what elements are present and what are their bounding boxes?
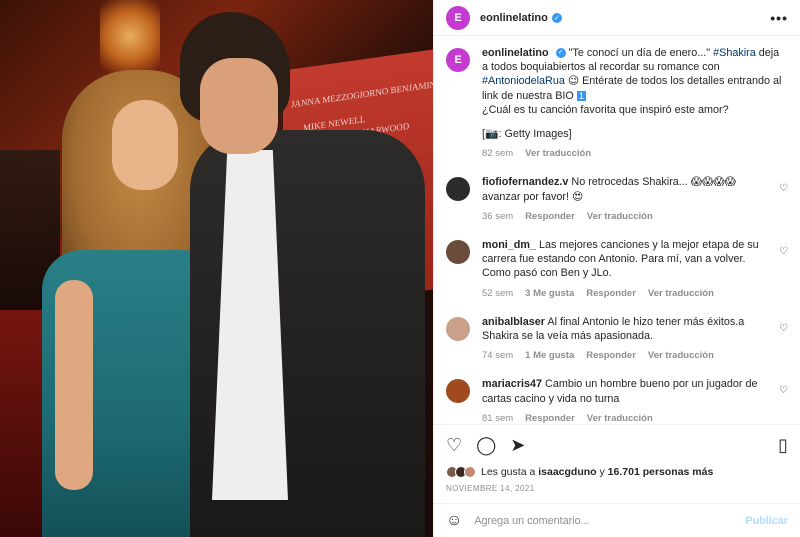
comment-time[interactable]: 52 sem [482,287,513,301]
caption-time[interactable]: 82 sem [482,147,513,161]
post-button[interactable]: Publicar [745,515,788,527]
comment-icon[interactable]: ◯ [476,436,496,454]
comment-time[interactable]: 81 sem [482,412,513,424]
avatar[interactable] [446,316,470,341]
avatar[interactable]: E [446,5,470,30]
post-photo[interactable]: JANNA MEZZOGIORNO BENJAMIN MIKE NEWELL R… [0,0,433,537]
verified-badge-icon: ✓ [551,12,562,23]
translate-link[interactable]: Ver traducción [648,349,714,363]
comment-likes[interactable]: 1 Me gusta [525,349,574,363]
hashtag-link[interactable]: #Shakira [713,47,756,59]
man-face [200,58,278,154]
comment-likes[interactable]: 3 Me gusta [525,287,574,301]
liker-avatar [464,466,476,478]
avatar[interactable]: E [446,48,470,72]
bio-number-badge: 1 [576,90,586,101]
comment-item: anibalblaser Al final Antonio le hizo te… [446,315,788,364]
reply-button[interactable]: Responder [586,287,636,301]
share-icon[interactable]: ➤ [510,436,525,454]
likes-summary: Les gusta a isaacgduno y 16.701 personas… [434,464,800,480]
comment-heart-icon[interactable]: ♡ [776,385,788,424]
heart-icon[interactable]: ♡ [446,436,462,454]
avatar[interactable] [446,240,470,265]
comment-time[interactable]: 36 sem [482,210,513,224]
reply-button[interactable]: Responder [525,210,575,224]
comment-time[interactable]: 74 sem [482,349,513,363]
comments-scroll[interactable]: E eonlinelatino ✓ "Te conocí un día de e… [434,36,800,424]
bookmark-icon[interactable]: ▯ [778,436,788,454]
caption-credit: [📷: Getty Images] [482,128,572,141]
likes-count[interactable]: 16.701 personas más [608,466,714,478]
translate-link[interactable]: Ver traducción [587,412,653,424]
caption-text: "Te conocí un día de enero..." [568,47,714,59]
post-header: E eonlinelatino ✓ ••• [434,0,800,36]
backdrop-text: JANNA MEZZOGIORNO BENJAMIN [291,79,433,110]
hashtag-link[interactable]: #AntoniodelaRua [482,75,565,87]
avatar[interactable] [446,379,470,404]
comment-item: fiofiofernandez.v No retrocedas Shakira.… [446,175,788,224]
header-username[interactable]: eonlinelatino [480,12,548,24]
translate-link[interactable]: Ver traducción [648,287,714,301]
reply-button[interactable]: Responder [525,412,575,424]
verified-badge-icon: ✓ [555,48,566,59]
avatar[interactable] [446,177,470,202]
caption: E eonlinelatino ✓ "Te conocí un día de e… [446,46,788,161]
more-options-icon[interactable]: ••• [770,10,788,26]
emoji-icon[interactable]: ☺ [446,512,462,530]
translate-link[interactable]: Ver traducción [587,210,653,224]
caption-question: ¿Cuál es tu canción favorita que inspiró… [482,103,729,116]
post-sidebar: E eonlinelatino ✓ ••• E eonlinelatino ✓ … [433,0,800,537]
likes-middle: y [596,466,608,478]
comment-item: mariacris47 Cambio un hombre bueno por u… [446,377,788,424]
translate-link[interactable]: Ver traducción [525,147,591,161]
post-date[interactable]: NOVIEMBRE 14, 2021 [434,480,800,503]
comment-heart-icon[interactable]: ♡ [776,183,788,224]
reply-button[interactable]: Responder [586,349,636,363]
comment-username[interactable]: moni_dm_ [482,239,536,251]
comment-username[interactable]: anibalblaser [482,316,545,328]
comment-list: fiofiofernandez.v No retrocedas Shakira.… [446,175,788,424]
woman-face [112,100,178,190]
comment-item: moni_dm_ Las mejores canciones y la mejo… [446,238,788,301]
liker-username[interactable]: isaacgduno [538,466,596,478]
caption-username[interactable]: eonlinelatino [482,47,549,59]
woman-arm [55,280,93,490]
comment-input[interactable] [474,514,746,527]
comment-heart-icon[interactable]: ♡ [776,323,788,364]
comment-box: ☺ Publicar [434,503,800,537]
action-bar: ♡ ◯ ➤ ▯ [434,424,800,464]
comment-username[interactable]: fiofiofernandez.v [482,176,568,188]
comment-username[interactable]: mariacris47 [482,378,542,390]
comment-heart-icon[interactable]: ♡ [776,246,788,301]
likes-prefix: Les gusta a [481,466,539,478]
